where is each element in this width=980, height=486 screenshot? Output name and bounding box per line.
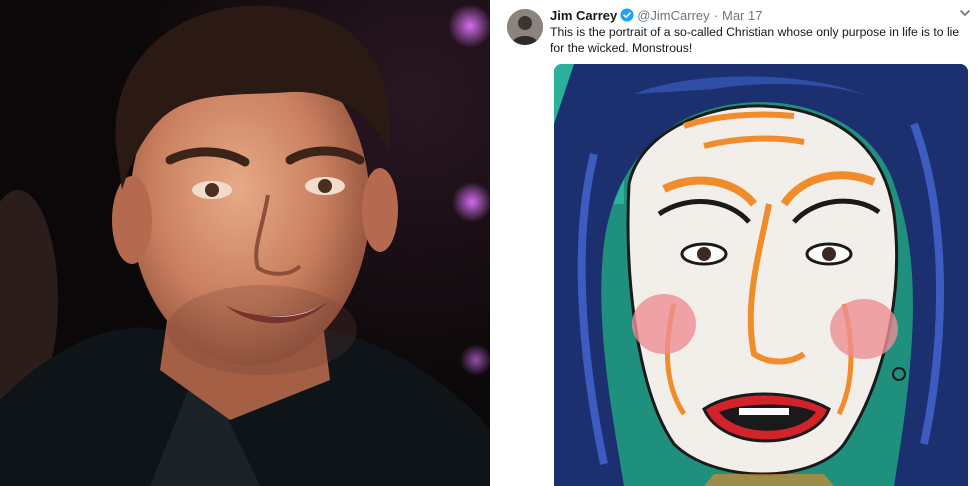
- verified-badge-icon: [620, 8, 634, 22]
- portrait-photo: [0, 0, 490, 486]
- tweet-text: This is the portrait of a so-called Chri…: [550, 25, 960, 55]
- tweet-date[interactable]: Mar 17: [722, 8, 762, 23]
- author-name[interactable]: Jim Carrey: [550, 8, 617, 23]
- author-avatar[interactable]: [507, 9, 543, 45]
- painted-portrait[interactable]: [554, 64, 968, 486]
- tweet-card: Jim Carrey @JimCarrey · Mar 17 This is t…: [492, 0, 980, 486]
- separator-dot: ·: [713, 7, 718, 23]
- chevron-down-icon[interactable]: [958, 6, 972, 20]
- screenshot-root: Jim Carrey @JimCarrey · Mar 17 This is t…: [0, 0, 980, 486]
- tweet-header: Jim Carrey @JimCarrey · Mar 17: [550, 6, 762, 24]
- author-handle[interactable]: @JimCarrey: [637, 8, 709, 23]
